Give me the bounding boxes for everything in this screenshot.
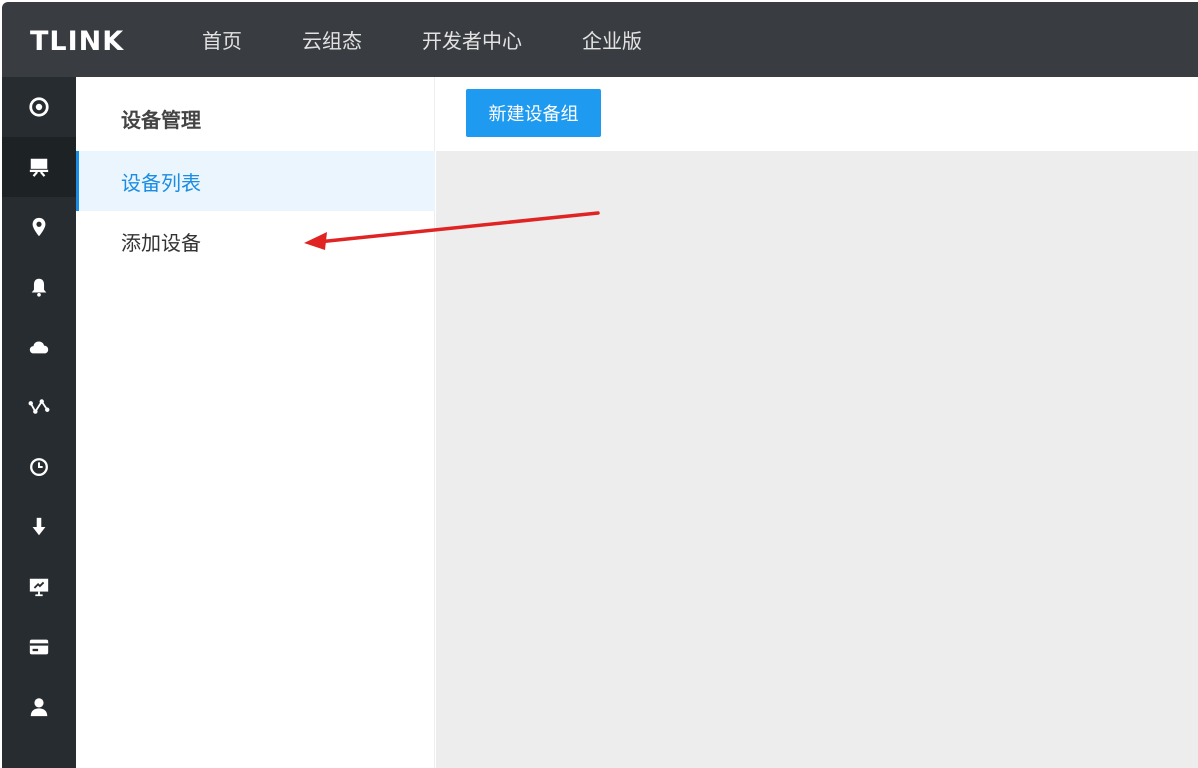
- clock-icon: [30, 458, 48, 476]
- tlink-logo[interactable]: TLINK: [30, 26, 124, 57]
- network-icon: [28, 399, 50, 414]
- card-icon: [29, 639, 49, 655]
- iconbar-item-network[interactable]: [2, 377, 76, 437]
- iconbar-item-history[interactable]: [2, 437, 76, 497]
- main-content-area: [436, 151, 1198, 768]
- iconbar-item-dashboard[interactable]: [2, 77, 76, 137]
- download-icon: [32, 517, 46, 536]
- top-nav-menu: 首页 云组态 开发者中心 企业版: [202, 2, 702, 77]
- bell-icon: [31, 278, 47, 297]
- main-toolbar: 新建设备组: [451, 77, 1198, 151]
- submenu-item-device-list[interactable]: 设备列表: [76, 151, 435, 211]
- location-pin-icon: [32, 217, 46, 237]
- iconbar-item-account[interactable]: [2, 677, 76, 737]
- submenu-title: 设备管理: [121, 108, 201, 132]
- top-navigation-bar: TLINK 首页 云组态 开发者中心 企业版: [2, 2, 1198, 77]
- icon-sidebar: [2, 77, 76, 768]
- device-management-submenu: 设备管理 设备列表 添加设备: [76, 77, 435, 768]
- user-icon: [30, 698, 48, 717]
- submenu-item-add-device[interactable]: 添加设备: [76, 211, 435, 271]
- iconbar-item-cloud[interactable]: [2, 317, 76, 377]
- iconbar-item-presentation[interactable]: [2, 557, 76, 617]
- iconbar-item-location[interactable]: [2, 197, 76, 257]
- nav-item-home[interactable]: 首页: [202, 25, 242, 54]
- presentation-icon: [29, 578, 49, 597]
- device-icon: [29, 158, 49, 177]
- cloud-icon: [29, 341, 49, 354]
- nav-item-developer-center[interactable]: 开发者中心: [422, 25, 522, 54]
- iconbar-item-alerts[interactable]: [2, 257, 76, 317]
- iconbar-item-billing[interactable]: [2, 617, 76, 677]
- iconbar-item-download[interactable]: [2, 497, 76, 557]
- new-device-group-button[interactable]: 新建设备组: [466, 89, 601, 137]
- nav-item-enterprise[interactable]: 企业版: [582, 25, 642, 54]
- target-icon: [29, 97, 49, 117]
- iconbar-item-devices[interactable]: [2, 137, 76, 197]
- nav-item-cloud-config[interactable]: 云组态: [302, 25, 362, 54]
